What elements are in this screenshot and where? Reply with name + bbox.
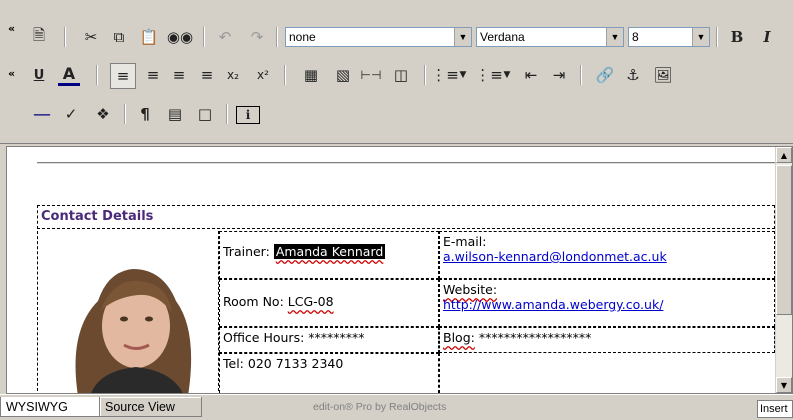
anchor-icon[interactable]: ⚓ xyxy=(622,63,644,87)
email-label: E-mail: xyxy=(443,234,487,249)
horizontal-rule xyxy=(37,162,775,164)
find-icon[interactable]: ◉◉ xyxy=(167,25,193,49)
image-icon[interactable]: 🖼 xyxy=(652,63,674,87)
scroll-up-icon[interactable]: ▲ xyxy=(776,147,792,163)
italic-icon[interactable]: I xyxy=(756,25,778,49)
contact-heading: Contact Details xyxy=(37,205,775,229)
avatar xyxy=(38,231,216,393)
frame-icon[interactable]: □ xyxy=(194,102,216,126)
size-select[interactable]: 8 ▼ xyxy=(628,27,710,47)
chevron-down-icon[interactable]: ▼ xyxy=(606,28,623,46)
trainer-name: Amanda Kennard xyxy=(273,244,386,259)
website-label: Website: xyxy=(443,282,498,297)
trainer-label: Trainer: xyxy=(223,244,270,259)
align-center-icon[interactable]: ≡ xyxy=(142,63,164,87)
room-value: LCG-08 xyxy=(287,294,334,309)
horizontal-rule-icon[interactable]: — xyxy=(28,102,56,126)
separator xyxy=(226,104,228,124)
blog-value: ****************** xyxy=(478,330,592,345)
toolbar-gripper[interactable]: « xyxy=(8,22,15,35)
office-hours-cell[interactable]: Office Hours: ********* xyxy=(219,327,439,353)
superscript-icon[interactable]: x² xyxy=(252,63,274,87)
tab-wysiwyg[interactable]: WYSIWYG xyxy=(0,397,100,417)
vertical-scrollbar[interactable]: ▲ ▼ xyxy=(775,147,792,393)
status-text: edit-on® Pro by RealObjects xyxy=(313,401,447,413)
editor-canvas[interactable]: Contact Details Trainer: Amanda Kennard … xyxy=(6,146,793,394)
cut-icon[interactable]: ✂ xyxy=(80,25,102,49)
bold-icon[interactable]: B xyxy=(726,25,748,49)
font-select[interactable]: Verdana ▼ xyxy=(476,27,624,47)
email-cell[interactable]: E-mail: a.wilson-kennard@londonmet.ac.uk xyxy=(439,231,775,279)
chevron-down-icon[interactable]: ▼ xyxy=(692,28,709,46)
table-icon[interactable]: ▦ xyxy=(300,63,322,87)
special-character-icon[interactable]: ❖ xyxy=(92,102,114,126)
separator xyxy=(64,27,66,47)
blog-cell[interactable]: Blog: ****************** xyxy=(439,327,775,353)
email-link[interactable]: a.wilson-kennard@londonmet.ac.uk xyxy=(443,249,771,264)
separator xyxy=(96,65,98,85)
chevron-down-icon[interactable]: ▼ xyxy=(456,63,470,87)
outdent-icon[interactable]: ⇤ xyxy=(520,63,542,87)
paste-icon[interactable]: 📋 xyxy=(138,25,160,49)
underline-icon[interactable]: U xyxy=(28,63,50,87)
style-select-value: none xyxy=(289,30,316,44)
tel-cell[interactable]: Tel: 020 7133 2340 xyxy=(219,353,439,393)
toolbar-area: « 🗎 ✂ ⧉ 📋 ◉◉ ↶ ↷ none ▼ Verdana ▼ 8 ▼ B … xyxy=(0,0,793,144)
justify-icon[interactable]: ≡ xyxy=(196,63,218,87)
chevron-down-icon[interactable]: ▼ xyxy=(454,28,471,46)
tel-value: 020 7133 2340 xyxy=(247,356,344,371)
chevron-down-icon[interactable]: ▼ xyxy=(500,63,514,87)
spellcheck-icon[interactable]: ✓ xyxy=(60,102,82,126)
table-properties-icon[interactable]: ▧ xyxy=(332,63,354,87)
separator xyxy=(276,27,278,47)
separator xyxy=(424,65,426,85)
photo-cell[interactable] xyxy=(37,231,219,393)
new-document-icon[interactable]: 🗎 xyxy=(28,25,50,49)
split-cells-icon[interactable]: ◫ xyxy=(390,63,412,87)
align-right-icon[interactable]: ≡ xyxy=(168,63,190,87)
align-left-icon[interactable]: ≡ xyxy=(110,63,136,89)
contact-table[interactable]: Contact Details Trainer: Amanda Kennard … xyxy=(37,205,777,393)
separator xyxy=(580,65,582,85)
font-color-icon[interactable]: A xyxy=(58,63,80,86)
style-select[interactable]: none ▼ xyxy=(285,27,472,47)
redo-icon[interactable]: ↷ xyxy=(246,25,268,49)
website-link[interactable]: http://www.amanda.webergy.co.uk/ xyxy=(443,297,771,312)
office-hours-value: ********* xyxy=(308,330,365,345)
indent-icon[interactable]: ⇥ xyxy=(548,63,570,87)
size-select-value: 8 xyxy=(632,30,639,44)
bullet-list-icon[interactable]: ⋮≡ xyxy=(431,63,459,87)
toolbar-gripper[interactable]: « xyxy=(8,67,15,80)
merge-cells-icon[interactable]: ⊢⊣ xyxy=(360,63,382,87)
tab-source-view[interactable]: Source View xyxy=(100,397,202,417)
separator xyxy=(716,27,718,47)
numbered-list-icon[interactable]: ⋮≡ xyxy=(475,63,503,87)
bottom-bar: WYSIWYG Source View edit-on® Pro by Real… xyxy=(0,394,793,420)
undo-icon[interactable]: ↶ xyxy=(214,25,236,49)
block-structure-icon[interactable]: ▤ xyxy=(164,102,186,126)
hyperlink-icon[interactable]: 🔗 xyxy=(594,63,616,87)
paragraph-marks-icon[interactable]: ¶ xyxy=(134,102,156,126)
room-cell[interactable]: Room No: LCG-08 xyxy=(219,279,439,327)
room-label: Room No: xyxy=(223,294,284,309)
font-select-value: Verdana xyxy=(480,30,525,44)
trainer-cell[interactable]: Trainer: Amanda Kennard xyxy=(219,231,439,279)
tel-label: Tel: xyxy=(223,356,244,371)
separator xyxy=(203,27,205,47)
empty-cell xyxy=(439,353,446,393)
copy-icon[interactable]: ⧉ xyxy=(108,25,130,49)
office-hours-label: Office Hours: xyxy=(223,330,305,345)
website-cell[interactable]: Website: http://www.amanda.webergy.co.uk… xyxy=(439,279,775,327)
separator xyxy=(124,104,126,124)
separator xyxy=(284,65,286,85)
scroll-down-icon[interactable]: ▼ xyxy=(776,377,792,393)
subscript-icon[interactable]: x₂ xyxy=(222,63,244,87)
info-icon[interactable]: i xyxy=(236,106,260,124)
scrollbar-thumb[interactable] xyxy=(776,165,792,315)
insert-mode-indicator: Insert xyxy=(757,400,793,418)
blog-label: Blog: xyxy=(443,330,475,345)
